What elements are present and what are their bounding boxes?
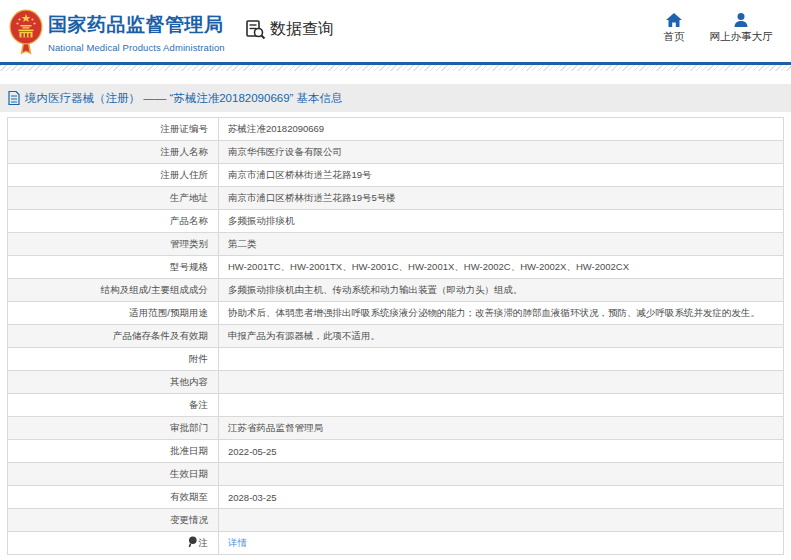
- table-row: 变更情况: [8, 509, 784, 532]
- row-label: 生效日期: [8, 463, 219, 486]
- document-search-icon: [245, 19, 266, 40]
- nav-data-query-label: 数据查询: [270, 19, 334, 40]
- row-value: [219, 394, 784, 417]
- row-label: 产品名称: [8, 210, 219, 233]
- row-label: 备注: [8, 394, 219, 417]
- table-row: 附件: [8, 348, 784, 371]
- row-value: 2022-05-25: [219, 440, 784, 463]
- row-label: 注册证编号: [8, 118, 219, 141]
- table-row-note: 注 详情: [8, 532, 784, 555]
- row-value: [219, 348, 784, 371]
- row-label: 变更情况: [8, 509, 219, 532]
- row-label: 注: [8, 532, 219, 555]
- row-label: 结构及组成/主要组成成分: [8, 279, 219, 302]
- quick-link-service-hall[interactable]: 网上办事大厅: [704, 13, 778, 44]
- row-value: 协助术后、体弱患者增强排出呼吸系统痰液分泌物的能力；改善痰滞的肺部血液循环状况，…: [219, 302, 784, 325]
- row-value: [219, 509, 784, 532]
- info-table-wrap: 注册证编号苏械注准20182090669 注册人名称南京华伟医疗设备有限公司 注…: [0, 112, 791, 555]
- row-label: 批准日期: [8, 440, 219, 463]
- person-icon: [733, 13, 749, 27]
- table-row: 有效期至2028-03-25: [8, 486, 784, 509]
- table-row: 备注: [8, 394, 784, 417]
- breadcrumb: 境内医疗器械（注册） —— “苏械注准20182090669” 基本信息: [0, 84, 791, 112]
- table-row: 产品储存条件及有效期申报产品为有源器械，此项不适用。: [8, 325, 784, 348]
- quick-link-home[interactable]: 首页: [652, 13, 696, 44]
- table-row: 注册证编号苏械注准20182090669: [8, 118, 784, 141]
- table-row: 型号规格HW-2001TC、HW-2001TX、HW-2001C、HW-2001…: [8, 256, 784, 279]
- quick-link-service-hall-label: 网上办事大厅: [710, 30, 773, 42]
- header: 国家药品监督管理局 National Medical Products Admi…: [0, 0, 791, 62]
- row-value: 南京华伟医疗设备有限公司: [219, 141, 784, 164]
- table-row: 适用范围/预期用途协助术后、体弱患者增强排出呼吸系统痰液分泌物的能力；改善痰滞的…: [8, 302, 784, 325]
- table-row: 批准日期2022-05-25: [8, 440, 784, 463]
- row-value: 2028-03-25: [219, 486, 784, 509]
- row-label: 管理类别: [8, 233, 219, 256]
- row-label: 产品储存条件及有效期: [8, 325, 219, 348]
- row-value: 南京市浦口区桥林街道兰花路19号: [219, 164, 784, 187]
- table-row: 结构及组成/主要组成成分多频振动排痰机由主机、传动系统和动力输出装置（即动力头）…: [8, 279, 784, 302]
- home-icon: [666, 13, 682, 27]
- site-title: 国家药品监督管理局: [48, 12, 225, 38]
- site-subtitle: National Medical Products Administration: [48, 42, 225, 53]
- nav-data-query[interactable]: 数据查询: [245, 19, 334, 40]
- row-value: 多频振动排痰机: [219, 210, 784, 233]
- national-emblem-icon: [8, 6, 44, 56]
- row-value: 苏械注准20182090669: [219, 118, 784, 141]
- row-label: 审批部门: [8, 417, 219, 440]
- row-label: 附件: [8, 348, 219, 371]
- quick-link-home-label: 首页: [664, 30, 685, 42]
- row-label: 有效期至: [8, 486, 219, 509]
- note-pin-icon: [188, 536, 197, 550]
- table-row: 生效日期: [8, 463, 784, 486]
- row-value: 详情: [219, 532, 784, 555]
- site-title-block: 国家药品监督管理局 National Medical Products Admi…: [48, 12, 225, 53]
- row-label: 注册人名称: [8, 141, 219, 164]
- info-table: 注册证编号苏械注准20182090669 注册人名称南京华伟医疗设备有限公司 注…: [7, 117, 784, 555]
- row-label: 生产地址: [8, 187, 219, 210]
- row-value: [219, 371, 784, 394]
- table-row: 审批部门江苏省药品监督管理局: [8, 417, 784, 440]
- detail-link[interactable]: 详情: [228, 537, 247, 548]
- row-value: 南京市浦口区桥林街道兰花路19号5号楼: [219, 187, 784, 210]
- row-value: 申报产品为有源器械，此项不适用。: [219, 325, 784, 348]
- table-row: 注册人住所南京市浦口区桥林街道兰花路19号: [8, 164, 784, 187]
- row-value: HW-2001TC、HW-2001TX、HW-2001C、HW-2001X、HW…: [219, 256, 784, 279]
- table-row: 其他内容: [8, 371, 784, 394]
- document-icon: [8, 91, 20, 105]
- row-label: 其他内容: [8, 371, 219, 394]
- row-value: 多频振动排痰机由主机、传动系统和动力输出装置（即动力头）组成。: [219, 279, 784, 302]
- row-value: [219, 463, 784, 486]
- table-row: 产品名称多频振动排痰机: [8, 210, 784, 233]
- breadcrumb-text: 境内医疗器械（注册） —— “苏械注准20182090669” 基本信息: [25, 91, 343, 106]
- row-label: 注册人住所: [8, 164, 219, 187]
- row-value: 第二类: [219, 233, 784, 256]
- table-row: 管理类别第二类: [8, 233, 784, 256]
- row-label: 型号规格: [8, 256, 219, 279]
- row-label: 适用范围/预期用途: [8, 302, 219, 325]
- row-value: 江苏省药品监督管理局: [219, 417, 784, 440]
- table-row: 注册人名称南京华伟医疗设备有限公司: [8, 141, 784, 164]
- table-row: 生产地址南京市浦口区桥林街道兰花路19号5号楼: [8, 187, 784, 210]
